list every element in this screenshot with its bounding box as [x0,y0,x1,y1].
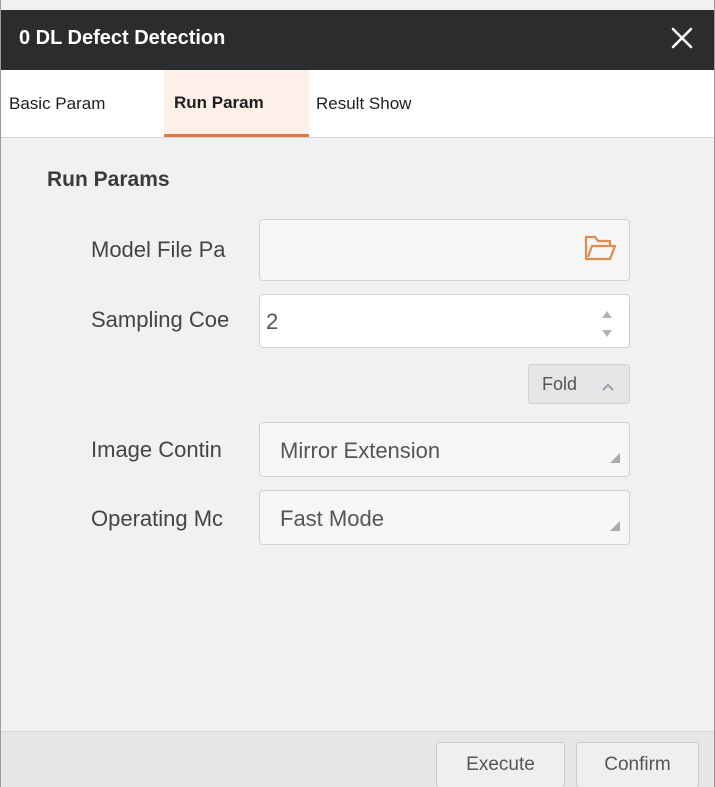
dialog-titlebar[interactable]: 0 DL Defect Detection [1,10,714,70]
fold-label: Fold [542,374,578,394]
sampling-coefficient-value: 2 [266,309,279,334]
image-continuation-label: Image Contin [91,437,222,462]
sampling-coefficient-stepper[interactable]: 2 [259,294,630,348]
dropdown-corner-icon [609,451,621,469]
close-icon[interactable] [664,20,700,56]
operating-mode-value: Fast Mode [280,506,384,531]
model-file-path-input[interactable] [259,219,630,281]
image-continuation-select[interactable]: Mirror Extension [259,422,630,477]
dialog-title: 0 DL Defect Detection [19,27,226,49]
image-continuation-value: Mirror Extension [280,438,441,463]
tab-basic-param[interactable]: Basic Param [9,70,162,137]
section-title: Run Params [47,168,170,191]
folder-icon[interactable] [583,233,617,268]
tab-run-param[interactable]: Run Param [164,70,309,137]
execute-button[interactable]: Execute [436,742,565,787]
operating-mode-label: Operating Mc [91,506,224,531]
dialog-footer: Execute Confirm [1,731,714,787]
defect-detection-dialog: 0 DL Defect Detection Basic Param Run Pa… [0,0,715,787]
spin-down-icon[interactable] [601,325,613,343]
tab-bar: Basic Param Run Param Result Show [1,70,714,138]
spin-up-icon[interactable] [601,306,613,324]
tab-result-show[interactable]: Result Show [316,70,448,137]
chevron-up-icon [601,379,615,397]
model-file-path-label: Model File Pa [91,237,226,262]
operating-mode-select[interactable]: Fast Mode [259,490,630,545]
sampling-coefficient-label: Sampling Coe [91,307,230,332]
confirm-button[interactable]: Confirm [576,742,699,787]
fold-button[interactable]: Fold [528,364,630,404]
dropdown-corner-icon [609,519,621,537]
